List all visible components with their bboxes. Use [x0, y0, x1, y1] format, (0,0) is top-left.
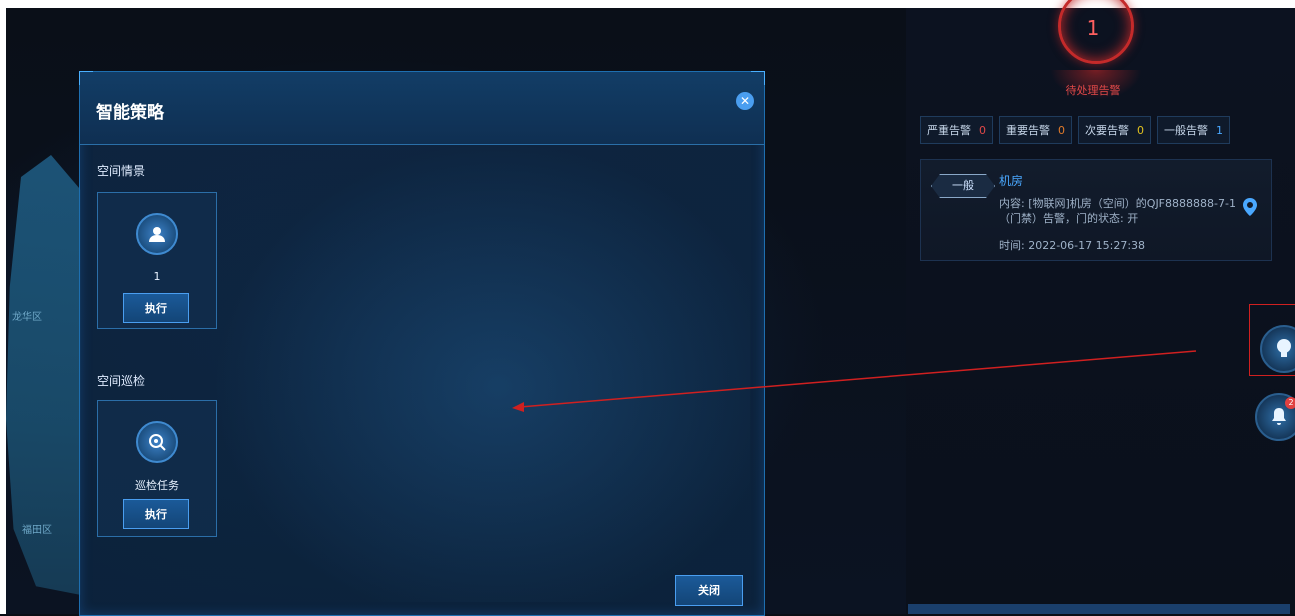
- annotation-arrow: [512, 350, 1197, 412]
